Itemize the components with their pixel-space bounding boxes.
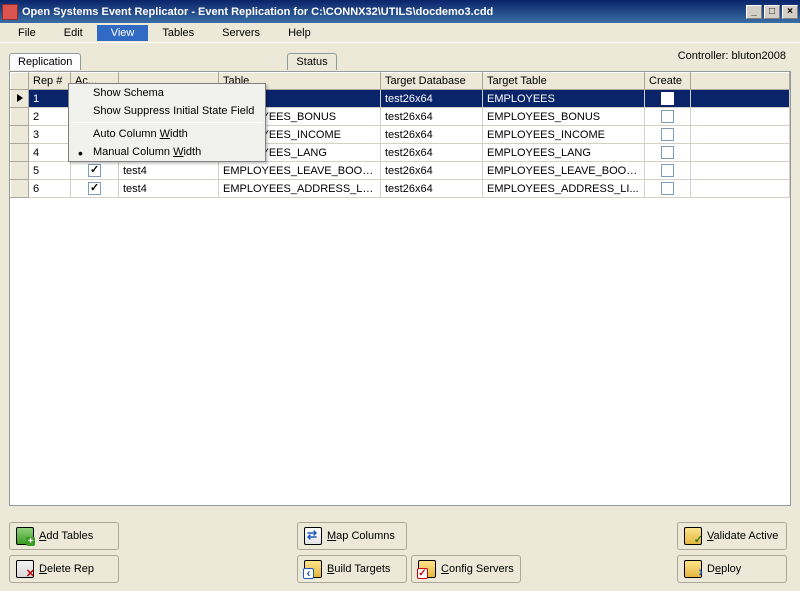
col-target-db[interactable]: Target Database — [381, 73, 483, 90]
cell-active[interactable] — [71, 180, 119, 198]
row-indicator — [11, 90, 29, 108]
cell-target-table: EMPLOYEES_INCOME — [483, 126, 645, 144]
menu-bar: File Edit View Tables Servers Help — [0, 23, 800, 43]
config-servers-button[interactable]: Config Servers — [411, 555, 521, 583]
cell-rep-num: 6 — [29, 180, 71, 198]
cell-filler — [691, 162, 790, 180]
menu-item-auto-column-width[interactable]: Auto Column Width — [69, 125, 265, 143]
cell-rep-num: 2 — [29, 108, 71, 126]
cell-create[interactable] — [645, 90, 691, 108]
col-filler — [691, 73, 790, 90]
cell-filler — [691, 126, 790, 144]
validate-active-button[interactable]: Validate Active — [677, 522, 787, 550]
add-tables-button[interactable]: Add Tables — [9, 522, 119, 550]
menu-servers[interactable]: Servers — [208, 25, 274, 41]
tab-status[interactable]: Status — [287, 53, 336, 70]
tab-strip: Replication Status — [9, 53, 339, 70]
cell-filler — [691, 90, 790, 108]
database-validate-icon — [684, 527, 702, 545]
checkbox-icon[interactable] — [661, 146, 674, 159]
table-row[interactable]: 6 test4EMPLOYEES_ADDRESS_LINEtest26x64EMP… — [11, 180, 790, 198]
row-indicator — [11, 108, 29, 126]
menu-help[interactable]: Help — [274, 25, 325, 41]
col-rep-num[interactable]: Rep # — [29, 73, 71, 90]
cell-target-db: test26x64 — [381, 90, 483, 108]
cell-target-db: test26x64 — [381, 162, 483, 180]
menu-item-show-suppress-initial-state[interactable]: Show Suppress Initial State Field — [69, 102, 265, 120]
col-target-table[interactable]: Target Table — [483, 73, 645, 90]
cell-rep-num: 1 — [29, 90, 71, 108]
app-icon — [2, 4, 18, 20]
cell-target-db: test26x64 — [381, 108, 483, 126]
title-bar: Open Systems Event Replicator - Event Re… — [0, 0, 800, 23]
controller-value: bluton2008 — [732, 50, 786, 62]
checkbox-icon[interactable] — [661, 128, 674, 141]
cell-create[interactable] — [645, 162, 691, 180]
col-create[interactable]: Create — [645, 73, 691, 90]
cell-source-db: test4 — [119, 162, 219, 180]
menu-file[interactable]: File — [4, 25, 50, 41]
menu-tables[interactable]: Tables — [148, 25, 208, 41]
minimize-button[interactable]: _ — [746, 5, 762, 19]
database-deploy-icon — [684, 560, 702, 578]
controller-label: Controller: bluton2008 — [678, 50, 786, 62]
menu-view[interactable]: View — [97, 25, 149, 41]
row-indicator — [11, 180, 29, 198]
menu-separator — [71, 122, 263, 123]
delete-icon — [16, 560, 34, 578]
close-button[interactable]: × — [782, 5, 798, 19]
cell-create[interactable] — [645, 144, 691, 162]
menu-item-show-schema[interactable]: Show Schema — [69, 84, 265, 102]
cell-filler — [691, 108, 790, 126]
window-title: Open Systems Event Replicator - Event Re… — [22, 6, 746, 18]
cell-target-table: EMPLOYEES_ADDRESS_LI... — [483, 180, 645, 198]
cell-active[interactable] — [71, 162, 119, 180]
delete-rep-button[interactable]: Delete Rep — [9, 555, 119, 583]
cell-target-db: test26x64 — [381, 180, 483, 198]
cell-rep-num: 5 — [29, 162, 71, 180]
table-row[interactable]: 5test4EMPLOYEES_LEAVE_BOOK...test26x64EM… — [11, 162, 790, 180]
cell-source-table: EMPLOYEES_LEAVE_BOOK... — [219, 162, 381, 180]
cell-target-db: test26x64 — [381, 126, 483, 144]
view-menu-dropdown: Show Schema Show Suppress Initial State … — [68, 83, 266, 162]
cell-rep-num: 4 — [29, 144, 71, 162]
map-icon — [304, 527, 322, 545]
cell-source-db: test4 — [119, 180, 219, 198]
checkbox-icon[interactable] — [661, 164, 674, 177]
cell-filler — [691, 180, 790, 198]
database-config-icon — [418, 560, 436, 578]
cell-create[interactable] — [645, 180, 691, 198]
cell-target-table: EMPLOYEES_BONUS — [483, 108, 645, 126]
current-row-icon — [17, 94, 23, 102]
cell-filler — [691, 144, 790, 162]
row-indicator — [11, 144, 29, 162]
cell-create[interactable] — [645, 108, 691, 126]
cell-rep-num: 3 — [29, 126, 71, 144]
cell-target-table: EMPLOYEES — [483, 90, 645, 108]
checkbox-icon[interactable] — [88, 164, 101, 177]
cell-create[interactable] — [645, 126, 691, 144]
checkbox-icon[interactable] — [661, 110, 674, 123]
build-targets-button[interactable]: Build Targets — [297, 555, 407, 583]
checkbox-icon[interactable] — [661, 182, 674, 195]
checkbox-icon[interactable] — [661, 92, 674, 105]
cell-target-table: EMPLOYEES_LEAVE_BOOK... — [483, 162, 645, 180]
add-icon — [16, 527, 34, 545]
checkbox-icon[interactable] — [88, 182, 101, 195]
cell-source-table: EMPLOYEES_ADDRESS_LINE — [219, 180, 381, 198]
menu-item-manual-column-width[interactable]: Manual Column Width — [69, 143, 265, 161]
maximize-button[interactable]: □ — [764, 5, 780, 19]
tab-replications[interactable]: Replication — [9, 53, 81, 70]
row-indicator — [11, 162, 29, 180]
database-build-icon — [304, 560, 322, 578]
row-selector-header — [11, 73, 29, 90]
deploy-button[interactable]: Deploy — [677, 555, 787, 583]
cell-target-db: test26x64 — [381, 144, 483, 162]
menu-edit[interactable]: Edit — [50, 25, 97, 41]
cell-target-table: EMPLOYEES_LANG — [483, 144, 645, 162]
map-columns-button[interactable]: Map Columns — [297, 522, 407, 550]
row-indicator — [11, 126, 29, 144]
